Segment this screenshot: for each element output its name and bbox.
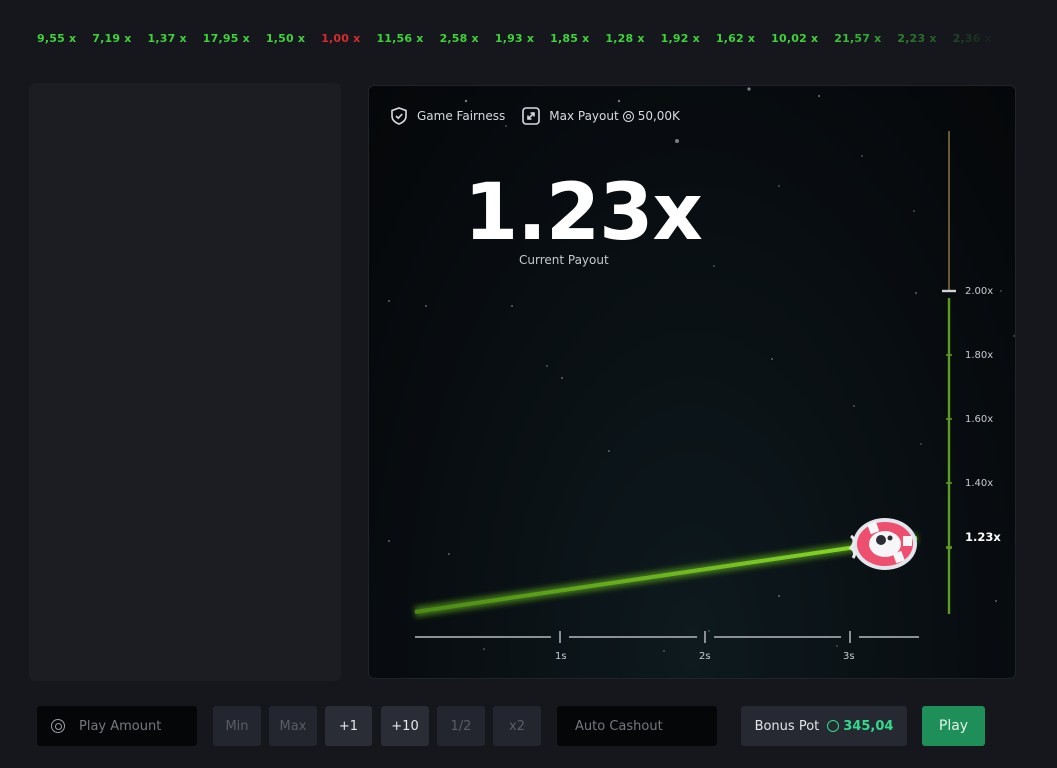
time-tick-label: 3s <box>843 651 855 662</box>
history-item: 10,02 x <box>771 32 819 45</box>
play-amount-placeholder: Play Amount <box>79 718 162 734</box>
bonus-pot-value: 345,04 <box>843 718 894 734</box>
current-payout-label: Current Payout <box>519 253 609 267</box>
auto-cashout-input[interactable]: Auto Cashout <box>557 706 717 746</box>
history-item: 1,85 x <box>550 32 590 45</box>
coin-icon <box>827 720 840 732</box>
coin-icon <box>622 110 634 122</box>
shield-icon <box>391 107 407 125</box>
bonus-pot: Bonus Pot 345,04 <box>741 706 907 746</box>
play-button[interactable]: Play <box>922 706 985 746</box>
scale-label: 1.80x <box>965 350 994 361</box>
max-payout-value: 50,00K <box>637 109 680 123</box>
history-item: 2,23 x <box>897 32 937 45</box>
max-button[interactable]: Max <box>269 706 317 746</box>
max-payout-button[interactable]: Max Payout 50,00K <box>521 106 680 126</box>
half-button[interactable]: 1/2 <box>437 706 485 746</box>
history-item: 1,50 x <box>265 32 306 45</box>
history-item: 1,92 x <box>660 32 700 45</box>
max-payout-label: Max Payout <box>549 109 619 123</box>
history-item: 1,37 x <box>147 32 187 45</box>
double-button[interactable]: x2 <box>493 706 541 746</box>
plus-one-button[interactable]: +1 <box>325 706 372 746</box>
history-item: 1,93 x <box>494 32 535 45</box>
history-item: 1,62 x <box>715 32 756 45</box>
time-tick-label: 2s <box>699 651 711 662</box>
scale-label: 1.60x <box>965 414 994 425</box>
rocket-icon <box>848 518 917 570</box>
chip-icon <box>51 719 65 733</box>
history-item: 1,28 x <box>605 32 645 45</box>
current-multiplier: 1.23x <box>464 168 703 258</box>
play-amount-input[interactable]: Play Amount <box>37 706 197 746</box>
scale-label: 2.00x <box>965 286 994 297</box>
min-button[interactable]: Min <box>213 706 261 746</box>
game-canvas: Game Fairness Max Payout 50,00K 1.23x Cu… <box>368 85 1016 679</box>
plus-ten-button[interactable]: +10 <box>381 706 429 746</box>
history-item: 9,55 x <box>37 32 77 45</box>
history-item: 2,58 x <box>439 32 479 45</box>
game-fairness-button[interactable]: Game Fairness <box>389 106 505 126</box>
history-item: 7,19 x <box>92 32 132 45</box>
history-item: 17,95 x <box>202 32 250 45</box>
control-bar: Play Amount Min Max +1 +10 1/2 x2 Auto C… <box>37 706 1037 746</box>
expand-icon <box>522 107 541 125</box>
history-item: 2,36 x <box>952 32 992 45</box>
payout-history: 9,55 x 7,19 x 1,37 x 17,95 x 1,50 x 1,00 x 11,… <box>37 32 997 48</box>
history-item: 1,00 x <box>321 32 361 45</box>
history-item: 11,56 x <box>376 32 424 45</box>
bonus-pot-label: Bonus Pot <box>754 718 820 734</box>
game-fairness-label: Game Fairness <box>417 109 506 123</box>
scale-label: 1.40x <box>965 478 994 489</box>
time-tick-label: 1s <box>555 651 567 662</box>
auto-cashout-placeholder: Auto Cashout <box>575 718 663 734</box>
bets-panel <box>29 83 341 681</box>
history-item: 21,57 x <box>834 32 882 45</box>
scale-current-label: 1.23x <box>965 530 1001 544</box>
